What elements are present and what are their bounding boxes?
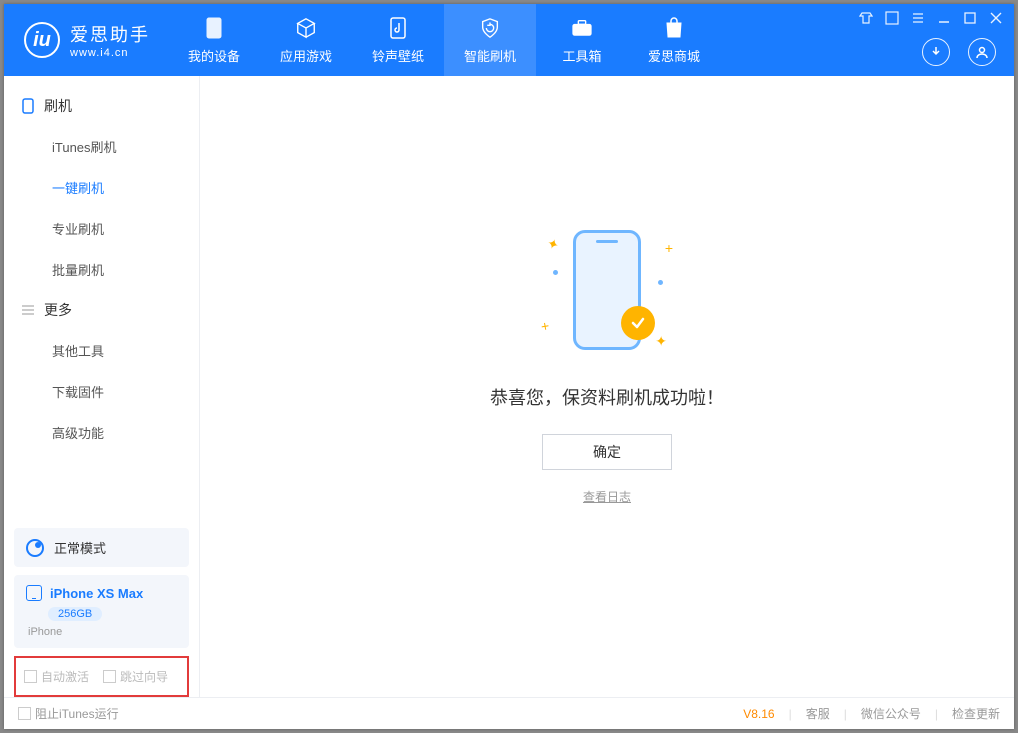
check-badge-icon (621, 306, 655, 340)
refresh-shield-icon (478, 16, 502, 40)
sparkle-icon: ✦ (655, 333, 667, 350)
sidebar-item-pro-flash[interactable]: 专业刷机 (4, 208, 199, 249)
option-label: 跳过向导 (120, 668, 168, 685)
tab-label: 铃声壁纸 (372, 46, 424, 65)
device-card[interactable]: iPhone XS Max 256GB iPhone (14, 575, 189, 648)
view-log-link[interactable]: 查看日志 (583, 488, 631, 505)
group-label: 更多 (44, 300, 72, 320)
mode-label: 正常模式 (54, 538, 106, 557)
success-illustration: ✦ + + ✦ (517, 210, 697, 370)
sparkle-icon: ✦ (544, 234, 561, 254)
tab-label: 工具箱 (562, 46, 601, 65)
device-type: iPhone (28, 626, 177, 638)
version-label: V8.16 (743, 707, 774, 721)
option-label: 阻止iTunes运行 (35, 705, 119, 722)
checkbox-icon (103, 670, 116, 683)
tab-ringtones[interactable]: 铃声壁纸 (352, 4, 444, 76)
feedback-icon[interactable] (884, 10, 900, 26)
success-panel: ✦ + + ✦ 恭喜您，保资料刷机成功啦！ 确定 查看日志 (490, 210, 724, 505)
toolbox-icon (570, 16, 594, 40)
check-update-link[interactable]: 检查更新 (952, 705, 1000, 722)
user-icon[interactable] (968, 38, 996, 66)
support-link[interactable]: 客服 (806, 705, 830, 722)
app-window: iu 爱思助手 www.i4.cn 我的设备 应用游戏 铃声壁纸 智能刷机 (4, 4, 1014, 729)
maximize-button[interactable] (962, 10, 978, 26)
menu-icon[interactable] (910, 10, 926, 26)
mode-card[interactable]: 正常模式 (14, 528, 189, 567)
device-icon (20, 98, 36, 114)
nav-tabs: 我的设备 应用游戏 铃声壁纸 智能刷机 工具箱 爱思商城 (168, 4, 720, 76)
download-icon[interactable] (922, 38, 950, 66)
sparkle-icon: + (540, 317, 551, 334)
skin-icon[interactable] (858, 10, 874, 26)
sidebar-footer: 正常模式 iPhone XS Max 256GB iPhone 自动激活 (4, 520, 199, 697)
sidebar-item-download-firmware[interactable]: 下载固件 (4, 371, 199, 412)
options-row: 自动激活 跳过向导 (14, 656, 189, 697)
mode-icon (26, 539, 44, 557)
sidebar: 刷机 iTunes刷机 一键刷机 专业刷机 批量刷机 更多 其他工具 下载固件 … (4, 76, 200, 697)
brand-url: www.i4.cn (70, 47, 150, 59)
minimize-button[interactable] (936, 10, 952, 26)
tab-label: 应用游戏 (280, 46, 332, 65)
checkbox-icon (24, 670, 37, 683)
sidebar-group-more: 更多 (4, 290, 199, 330)
close-button[interactable] (988, 10, 1004, 26)
statusbar: 阻止iTunes运行 V8.16 | 客服 | 微信公众号 | 检查更新 (4, 697, 1014, 729)
sidebar-item-oneclick-flash[interactable]: 一键刷机 (4, 167, 199, 208)
titlebar: iu 爱思助手 www.i4.cn 我的设备 应用游戏 铃声壁纸 智能刷机 (4, 4, 1014, 76)
list-icon (20, 302, 36, 318)
logo-area: iu 爱思助手 www.i4.cn (4, 4, 168, 76)
tab-label: 我的设备 (188, 46, 240, 65)
checkbox-icon (18, 707, 31, 720)
tab-toolbox[interactable]: 工具箱 (536, 4, 628, 76)
ok-button[interactable]: 确定 (542, 434, 672, 470)
separator: | (935, 707, 938, 721)
option-auto-activate[interactable]: 自动激活 (24, 668, 89, 685)
option-block-itunes[interactable]: 阻止iTunes运行 (18, 705, 119, 722)
tab-my-device[interactable]: 我的设备 (168, 4, 260, 76)
separator: | (789, 707, 792, 721)
wechat-link[interactable]: 微信公众号 (861, 705, 921, 722)
brand-name: 爱思助手 (70, 21, 150, 47)
body: 刷机 iTunes刷机 一键刷机 专业刷机 批量刷机 更多 其他工具 下载固件 … (4, 76, 1014, 697)
device-phone-icon (26, 585, 42, 601)
tab-label: 智能刷机 (464, 46, 516, 65)
device-name: iPhone XS Max (50, 586, 143, 601)
header-action-icons (922, 38, 996, 66)
separator: | (844, 707, 847, 721)
device-capacity: 256GB (48, 607, 102, 621)
logo-icon: iu (24, 22, 60, 58)
group-label: 刷机 (44, 96, 72, 116)
phone-icon (202, 16, 226, 40)
sidebar-item-batch-flash[interactable]: 批量刷机 (4, 249, 199, 290)
cube-icon (294, 16, 318, 40)
option-skip-guide[interactable]: 跳过向导 (103, 668, 168, 685)
sparkle-icon: + (665, 240, 673, 256)
tab-smart-flash[interactable]: 智能刷机 (444, 4, 536, 76)
sidebar-group-flash: 刷机 (4, 86, 199, 126)
sidebar-item-itunes-flash[interactable]: iTunes刷机 (4, 126, 199, 167)
option-label: 自动激活 (41, 668, 89, 685)
dot-icon (658, 280, 663, 285)
success-message: 恭喜您，保资料刷机成功啦！ (490, 384, 724, 410)
tab-label: 爱思商城 (648, 46, 700, 65)
tab-store[interactable]: 爱思商城 (628, 4, 720, 76)
bag-icon (662, 16, 686, 40)
sidebar-item-advanced[interactable]: 高级功能 (4, 412, 199, 453)
dot-icon (553, 270, 558, 275)
window-controls (858, 10, 1004, 26)
content: ✦ + + ✦ 恭喜您，保资料刷机成功啦！ 确定 查看日志 (200, 76, 1014, 697)
music-note-icon (386, 16, 410, 40)
tab-apps-games[interactable]: 应用游戏 (260, 4, 352, 76)
sidebar-item-other-tools[interactable]: 其他工具 (4, 330, 199, 371)
